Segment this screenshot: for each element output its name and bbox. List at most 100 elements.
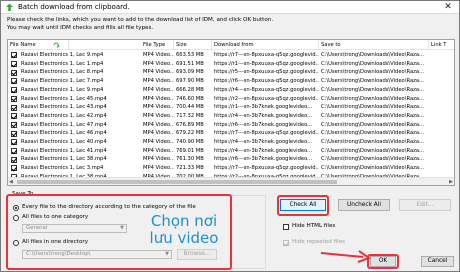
idm-app-icon <box>6 3 13 11</box>
table-row[interactable]: Razavi Electronics 1, Lec 41.mp4 MP4 Vide… <box>8 147 454 156</box>
row-checkbox[interactable] <box>11 104 17 111</box>
column-header-save-to[interactable]: Save to <box>319 40 429 50</box>
hide-html-checkbox[interactable] <box>283 224 289 230</box>
cell-file-type: MP4 Video... <box>143 104 174 111</box>
instruction-line-2: You may wait until IDM checks and fills … <box>7 25 154 31</box>
row-checkbox[interactable] <box>11 69 17 76</box>
cell-file-name: Razavi Electronics 1, Lec 9.mp4 <box>21 86 104 93</box>
annotation-highlight-check-all <box>277 195 329 216</box>
table-row[interactable]: Razavi Electronics 1, Lec 46.mp4 MP4 Vide… <box>8 129 454 138</box>
cancel-button[interactable]: Cancel <box>421 256 454 267</box>
window-title: Batch download from clipboard. <box>18 3 130 11</box>
cell-file-type: MP4 Video... <box>143 139 174 145</box>
edit-button[interactable]: Edit... <box>399 199 451 211</box>
cell-download-from: https://r4---sn-3b7knek.googlevideo... <box>214 147 313 154</box>
cell-download-from: https://r1---sn-3b7knek.googlevideo... <box>214 104 313 111</box>
cell-size: 769.01 MB <box>176 147 204 154</box>
cell-save-to: C:\Users\trong\Downloads\Video\Raza... <box>321 165 424 172</box>
cell-file-type: MP4 Video... <box>143 60 174 67</box>
cell-file-name: Razavi Electronics 1, Lec 41.mp4 <box>21 147 107 154</box>
cell-size: 663.53 MB <box>176 52 204 58</box>
cell-size: 676.89 MB <box>176 121 204 128</box>
instruction-line-1: Please check the links, which you want t… <box>7 17 274 23</box>
row-checkbox[interactable] <box>11 139 17 146</box>
row-checkbox[interactable] <box>11 87 17 94</box>
row-checkbox[interactable] <box>11 113 17 120</box>
cell-save-to: C:\Users\trong\Downloads\Video\Raza... <box>321 86 424 93</box>
cell-download-from: https://r6---sn-3b7knek.googlevideo... <box>214 121 313 128</box>
cell-size: 746.60 MB <box>176 95 204 102</box>
cell-save-to: C:\Users\trong\Downloads\Video\Raza... <box>321 156 424 163</box>
cell-file-name: Razavi Electronics 1, Lec 40.mp4 <box>21 139 107 145</box>
table-header: File Name File Type Size Download from S… <box>8 40 454 50</box>
table-row[interactable]: Razavi Electronics 1, Lec 1.mp4 MP4 Video… <box>8 60 454 69</box>
row-checkbox[interactable] <box>11 95 17 102</box>
cell-save-to: C:\Users\trong\Downloads\Video\Raza... <box>321 60 424 67</box>
cell-size: 721.33 MB <box>176 165 204 172</box>
file-list-table[interactable]: File Name File Type Size Download from S… <box>7 39 455 186</box>
cell-download-from: https://r4---sn-3b7knek.googlevideo... <box>214 139 313 145</box>
cell-download-from: https://r6---sn-3b7knek.googlevideo... <box>214 156 313 163</box>
cell-file-type: MP4 Video... <box>143 121 174 128</box>
table-row[interactable]: Razavi Electronics 1, Lec 7.mp4 MP4 Video… <box>8 77 454 86</box>
close-icon[interactable]: ✕ <box>441 1 455 13</box>
cell-file-type: MP4 Video... <box>143 78 174 85</box>
cell-file-name: Razavi Electronics 1, Lec 9.mp4 <box>21 52 104 58</box>
row-checkbox[interactable] <box>11 78 17 85</box>
row-checkbox[interactable] <box>11 156 17 163</box>
cell-size: 691.51 MB <box>176 60 204 67</box>
scroll-right-icon[interactable]: ▶ <box>449 178 453 185</box>
uncheck-all-button[interactable]: Uncheck All <box>338 199 390 211</box>
column-header-link-type[interactable]: Link T <box>429 40 454 50</box>
row-checkbox[interactable] <box>11 121 17 128</box>
cell-file-name: Razavi Electronics 1, Lec 8.mp4 <box>21 69 104 76</box>
column-header-file-type[interactable]: File Type <box>141 40 174 50</box>
cell-save-to: C:\Users\trong\Downloads\Video\Raza... <box>321 52 424 58</box>
cell-save-to: C:\Users\trong\Downloads\Video\Raza... <box>321 69 424 76</box>
cell-size: 700.44 MB <box>176 104 204 111</box>
table-row[interactable]: Razavi Electronics 1, Lec 3.mp4 MP4 Video… <box>8 164 454 173</box>
hide-html-label[interactable]: Hide HTML files <box>292 223 335 230</box>
row-checkbox[interactable] <box>11 52 17 59</box>
table-row[interactable]: Razavi Electronics 1, Lec 8.mp4 MP4 Video… <box>8 68 454 77</box>
table-row[interactable]: Razavi Electronics 1, Lec 38.mp4 MP4 Vide… <box>8 155 454 164</box>
horizontal-scrollbar[interactable]: ◀ ▶ <box>8 177 454 185</box>
table-row[interactable]: Razavi Electronics 1, Lec 42.mp4 MP4 Vide… <box>8 112 454 121</box>
cell-download-from: https://r6---sn-8pxuuxa-q5qz.googlevid..… <box>214 78 319 85</box>
row-checkbox[interactable] <box>11 148 17 155</box>
row-checkbox[interactable] <box>11 130 17 137</box>
sort-icon <box>53 42 60 48</box>
hide-repeated-checkbox[interactable] <box>283 240 289 246</box>
table-row[interactable]: Razavi Electronics 1, Lec 43.mp4 MP4 Vide… <box>8 103 454 112</box>
cell-size: 693.09 MB <box>176 69 204 76</box>
cell-save-to: C:\Users\trong\Downloads\Video\Raza... <box>321 130 424 137</box>
cell-download-from: https://r7---sn-8pxuuxa-q5qz.googlevid..… <box>214 52 319 58</box>
table-row[interactable]: Razavi Electronics 1, Lec 45.mp4 MP4 Vide… <box>8 95 454 104</box>
cell-save-to: C:\Users\trong\Downloads\Video\Raza... <box>321 95 424 102</box>
column-header-download-from[interactable]: Download from <box>212 40 319 50</box>
cell-file-name: Razavi Electronics 1, Lec 3.mp4 <box>21 165 104 172</box>
cell-file-name: Razavi Electronics 1, Lec 43.mp4 <box>21 104 107 111</box>
cell-download-from: https://r1---sn-8pxuuxa-q5qz.googlevid..… <box>214 60 319 67</box>
cell-download-from: https://r5---sn-8pxuuxa-q5qz.googlevid..… <box>214 69 319 76</box>
row-checkbox[interactable] <box>11 61 17 68</box>
scroll-left-icon[interactable]: ◀ <box>9 178 13 185</box>
cell-file-type: MP4 Video... <box>143 147 174 154</box>
batch-download-dialog: Batch download from clipboard. ✕ Please … <box>0 0 460 272</box>
cell-size: 697.90 MB <box>176 78 204 85</box>
cell-file-type: MP4 Video... <box>143 95 174 102</box>
cell-file-name: Razavi Electronics 1, Lec 38.mp4 <box>21 156 107 163</box>
cell-save-to: C:\Users\trong\Downloads\Video\Raza... <box>321 112 424 119</box>
table-row[interactable]: Razavi Electronics 1, Lec 9.mp4 MP4 Video… <box>8 86 454 95</box>
cell-download-from: https://r7---sn-8pxuuxa-q5qz.googlevid..… <box>214 165 319 172</box>
cell-file-type: MP4 Video... <box>143 165 174 172</box>
scrollbar-thumb[interactable] <box>17 180 337 184</box>
table-row[interactable]: Razavi Electronics 1, Lec 47.mp4 MP4 Vide… <box>8 121 454 130</box>
cell-size: 679.22 MB <box>176 130 204 137</box>
cell-size: 740.90 MB <box>176 139 204 145</box>
cell-file-type: MP4 Video... <box>143 69 174 76</box>
table-row[interactable]: Razavi Electronics 1, Lec 40.mp4 MP4 Vide… <box>8 138 454 147</box>
row-checkbox[interactable] <box>11 165 17 172</box>
table-row[interactable]: Razavi Electronics 1, Lec 9.mp4 MP4 Video… <box>8 51 454 60</box>
column-header-size[interactable]: Size <box>174 40 212 50</box>
